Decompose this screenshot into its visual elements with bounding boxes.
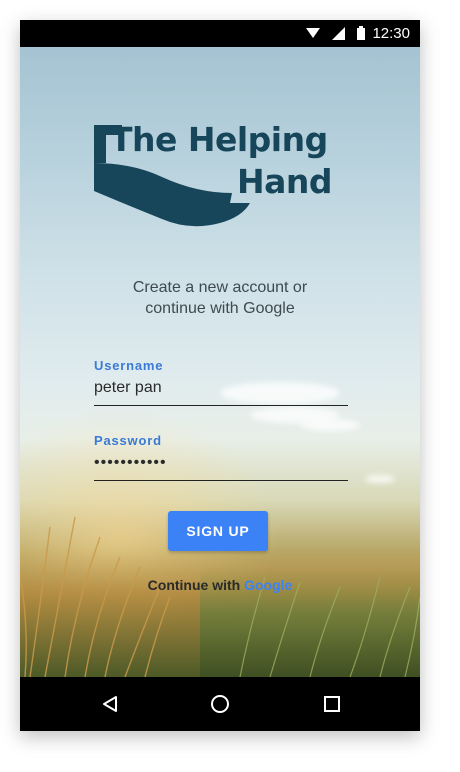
- password-field: Password: [94, 433, 348, 481]
- subtitle-line1: Create a new account or: [132, 279, 308, 296]
- username-input[interactable]: [94, 379, 348, 406]
- app-screen: The Helping Hand Create a new account or…: [20, 47, 420, 677]
- logo: The Helping Hand: [92, 119, 352, 239]
- continue-with-text: Continue with: [147, 577, 245, 593]
- home-icon: [211, 695, 229, 713]
- signal-icon: [332, 26, 345, 40]
- status-icons: [306, 26, 365, 40]
- google-link[interactable]: Google: [244, 577, 292, 593]
- cloud: [365, 475, 395, 483]
- recents-icon: [324, 696, 340, 712]
- back-icon: [103, 696, 117, 712]
- recents-button[interactable]: [320, 692, 344, 716]
- continue-with-google: Continue with Google: [20, 577, 420, 593]
- username-label: Username: [94, 358, 164, 373]
- back-button[interactable]: [98, 692, 122, 716]
- logo-title-line1: The Helping: [110, 120, 328, 159]
- status-time: 12:30: [372, 25, 410, 42]
- subtitle-line2: continue with Google: [145, 300, 295, 317]
- status-bar: 12:30: [20, 20, 420, 47]
- cloud: [300, 419, 360, 431]
- wifi-icon: [306, 28, 320, 38]
- home-button[interactable]: [208, 692, 232, 716]
- subtitle: Create a new account or continue with Go…: [20, 277, 420, 319]
- signup-button[interactable]: SIGN UP: [168, 511, 268, 551]
- phone-frame: 12:30 The Helping Hand Create a new acco…: [20, 20, 420, 731]
- navigation-bar: [20, 677, 420, 731]
- password-label: Password: [94, 433, 162, 448]
- logo-title-line2: Hand: [237, 162, 333, 201]
- password-input[interactable]: [94, 454, 348, 481]
- username-field: Username: [94, 358, 348, 406]
- battery-icon: [357, 26, 365, 40]
